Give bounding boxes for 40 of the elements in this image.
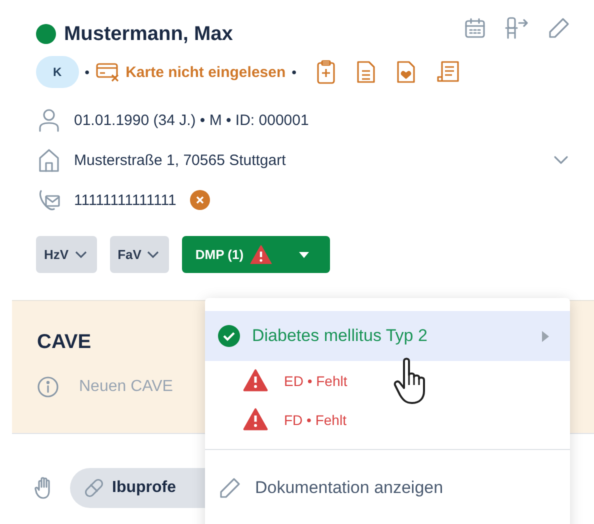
clear-icon[interactable] xyxy=(190,190,210,210)
pencil-icon xyxy=(219,477,241,499)
phone-number: 11111111111111 xyxy=(74,192,176,208)
person-icon xyxy=(38,108,60,132)
menu-item[interactable]: FD • Fehlt xyxy=(205,400,570,439)
insurance-badge: K xyxy=(36,56,79,88)
separator-dot: • xyxy=(292,64,297,80)
program-button[interactable]: HzV xyxy=(36,236,97,273)
program-button[interactable]: FaV xyxy=(110,236,170,273)
menu-item[interactable]: Diabetes mellitus Typ 2 xyxy=(205,311,570,361)
card-error-icon xyxy=(96,62,120,82)
clipboard-plus-icon[interactable] xyxy=(316,60,335,84)
document-icon[interactable] xyxy=(356,61,375,83)
patient-name: Mustermann, Max xyxy=(64,22,234,46)
separator-dot: • xyxy=(84,64,90,80)
check-circle-icon xyxy=(218,325,240,347)
caret-right-icon xyxy=(541,330,550,342)
calendar-icon[interactable] xyxy=(464,17,486,39)
caret-icon xyxy=(298,250,310,258)
cave-title: CAVE xyxy=(37,331,92,354)
chevron-down-icon xyxy=(74,250,87,258)
warning-icon xyxy=(243,369,268,392)
chevron-down-icon xyxy=(147,250,160,258)
receipt-icon[interactable] xyxy=(436,60,461,84)
warning-icon xyxy=(243,408,268,431)
program-button[interactable]: DMP (1) xyxy=(182,236,330,273)
medication-name: Ibuprofe xyxy=(112,479,176,497)
pencil-icon[interactable] xyxy=(548,17,570,39)
birth-date: 01.01.1990 (34 J.) • M • ID: 000001 xyxy=(74,112,310,128)
card-status[interactable]: Karte nicht eingelesen xyxy=(126,64,286,80)
chair-arrow-icon[interactable] xyxy=(504,16,530,40)
pill-icon xyxy=(82,476,106,500)
house-icon xyxy=(38,148,60,172)
address: Musterstraße 1, 70565 Stuttgart xyxy=(74,152,287,168)
warning-icon xyxy=(250,244,272,264)
status-dot-icon xyxy=(36,24,56,44)
phone-mail-icon xyxy=(38,189,60,211)
chevron-down-icon[interactable] xyxy=(552,154,570,166)
heart-document-icon[interactable] xyxy=(396,61,415,83)
info-icon xyxy=(37,376,59,398)
